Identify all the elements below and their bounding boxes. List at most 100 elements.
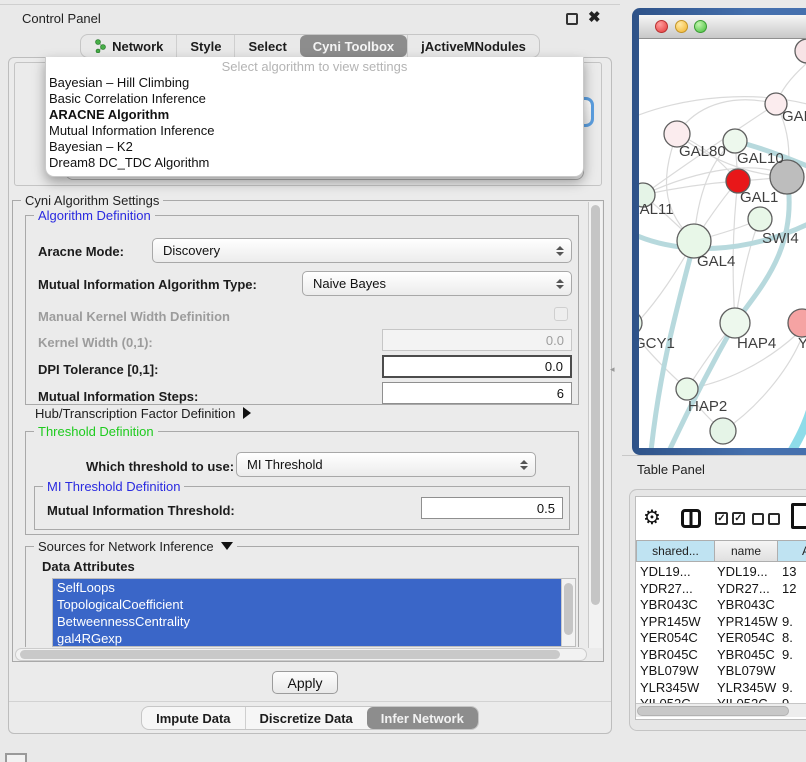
table-panel-divider: [622, 455, 806, 456]
network-window-titlebar[interactable]: [639, 15, 806, 39]
dpi-tolerance-label: DPI Tolerance [0,1]:: [38, 362, 158, 377]
mi-algorithm-type-combo[interactable]: Naive Bayes: [302, 271, 572, 296]
document-icon[interactable]: [791, 503, 806, 529]
node-pink-top-right[interactable]: [795, 39, 806, 63]
tab-infer-network[interactable]: Infer Network: [367, 707, 478, 729]
expand-arrow-icon: [243, 407, 251, 419]
node-bottom-green[interactable]: [710, 418, 736, 444]
node-gcy1[interactable]: [639, 311, 642, 335]
table-row[interactable]: YIL052CYIL052C9: [636, 695, 806, 703]
zoom-traffic-light-icon[interactable]: [694, 20, 707, 33]
dpi-tolerance-field[interactable]: 0.0: [382, 355, 572, 378]
node-label-gal11: GAL11: [639, 201, 674, 218]
attribute-item-selfloops[interactable]: SelfLoops: [53, 579, 561, 596]
table-rows: YDL19...YDL19...13 YDR27...YDR27...12 YB…: [636, 563, 806, 703]
settings-vertical-scrollbar[interactable]: [588, 202, 602, 648]
close-traffic-light-icon[interactable]: [655, 20, 668, 33]
mi-steps-label: Mutual Information Steps:: [38, 389, 198, 404]
unchecked-checkbox-icon[interactable]: [768, 513, 780, 525]
column-header-third[interactable]: A: [777, 540, 806, 562]
table-row[interactable]: YDR27...YDR27...12: [636, 580, 806, 597]
column-header-name[interactable]: name: [714, 540, 778, 562]
dropdown-item-bayesian-hill-climbing[interactable]: Bayesian – Hill Climbing: [46, 75, 583, 91]
table-horizontal-scrollbar[interactable]: [636, 703, 806, 717]
which-threshold-combo[interactable]: MI Threshold: [236, 452, 536, 477]
dropdown-item-aracne[interactable]: ARACNE Algorithm: [46, 107, 583, 123]
mi-threshold-field[interactable]: 0.5: [421, 497, 563, 519]
tab-network-label: Network: [112, 39, 163, 54]
control-panel-title: Control Panel: [22, 11, 101, 26]
sources-group-title[interactable]: Sources for Network Inference: [34, 539, 237, 554]
dropdown-item-dream8[interactable]: Dream8 DC_TDC Algorithm: [46, 155, 583, 171]
settings-horizontal-scrollbar[interactable]: [15, 648, 587, 661]
node-salmon[interactable]: [788, 309, 806, 337]
tab-cyni-toolbox[interactable]: Cyni Toolbox: [300, 35, 407, 57]
float-window-icon[interactable]: [566, 13, 578, 25]
dropdown-item-basic-correlation[interactable]: Basic Correlation Inference: [46, 91, 583, 107]
panel-collapse-arrow-icon[interactable]: ◂: [610, 364, 615, 375]
tab-select[interactable]: Select: [234, 35, 299, 57]
table-row[interactable]: YPR145WYPR145W9.: [636, 613, 806, 630]
node-hap4[interactable]: [720, 308, 750, 338]
dropdown-placeholder: Select algorithm to view settings: [46, 59, 583, 75]
aracne-mode-label: Aracne Mode:: [38, 244, 124, 259]
node-label-gal4: GAL4: [697, 253, 735, 270]
node-swi4[interactable]: [748, 207, 772, 231]
collapse-arrow-icon: [221, 542, 233, 550]
algorithm-definition-group: Algorithm Definition Aracne Mode: Discov…: [25, 215, 579, 405]
screen: Control Panel ✖ Network Style Select Cyn…: [0, 0, 806, 762]
tab-network[interactable]: Network: [81, 35, 176, 57]
cyni-settings-group-title: Cyni Algorithm Settings: [21, 193, 163, 208]
attribute-item-gal4rgexp[interactable]: gal4RGexp: [53, 630, 561, 647]
network-icon: [94, 39, 107, 53]
threshold-definition-title: Threshold Definition: [34, 424, 158, 439]
threshold-definition-group: Threshold Definition Which threshold to …: [25, 431, 579, 535]
close-icon[interactable]: ✖: [588, 8, 601, 26]
node-label-gal10: GAL10: [737, 150, 784, 167]
tab-impute-data[interactable]: Impute Data: [142, 707, 244, 729]
checked-checkbox-icon[interactable]: ✓: [715, 512, 728, 525]
network-cyan-edge: [787, 389, 806, 448]
mi-threshold-label: Mutual Information Threshold:: [47, 503, 235, 518]
node-label-hap2: HAP2: [688, 398, 727, 415]
attribute-item-betweennesscentrality[interactable]: BetweennessCentrality: [53, 613, 561, 630]
table-row[interactable]: YDL19...YDL19...13: [636, 563, 806, 580]
apply-button[interactable]: Apply: [272, 671, 338, 694]
column-header-shared[interactable]: shared...: [636, 540, 715, 562]
manual-kernel-checkbox[interactable]: [554, 307, 568, 321]
dropdown-item-mutual-information[interactable]: Mutual Information Inference: [46, 123, 583, 139]
data-attributes-list: SelfLoops TopologicalCoefficient Between…: [52, 578, 576, 647]
table-row[interactable]: YBR045CYBR045C9.: [636, 646, 806, 663]
settings-gear-icon[interactable]: ⚙: [643, 505, 661, 530]
network-view-window: GAL80 GAL10 GAL1 GAL11 SWI4 GAL4 GCY1 HA…: [632, 8, 806, 455]
node-label-gal1: GAL1: [740, 189, 778, 206]
bottom-divider: [9, 701, 611, 702]
dropdown-item-bayesian-k2[interactable]: Bayesian – K2: [46, 139, 583, 155]
kernel-width-label: Kernel Width (0,1):: [38, 335, 153, 350]
kernel-width-field[interactable]: 0.0: [382, 329, 572, 351]
mi-steps-field[interactable]: 6: [382, 382, 572, 404]
attribute-list-scrollbar[interactable]: [561, 579, 575, 647]
unchecked-checkbox-icon[interactable]: [752, 513, 764, 525]
table-row[interactable]: YBL079WYBL079W: [636, 662, 806, 679]
attribute-item-topologicalcoefficient[interactable]: TopologicalCoefficient: [53, 596, 561, 613]
node-label-swi4: SWI4: [762, 230, 799, 247]
node-label-gal-cut: GAL: [782, 108, 806, 125]
tab-discretize-data[interactable]: Discretize Data: [245, 707, 367, 729]
bottom-corner-icon[interactable]: [5, 753, 27, 762]
network-canvas[interactable]: GAL80 GAL10 GAL1 GAL11 SWI4 GAL4 GCY1 HA…: [639, 39, 806, 448]
minimize-traffic-light-icon[interactable]: [675, 20, 688, 33]
table-row[interactable]: YER054CYER054C8.: [636, 629, 806, 646]
aracne-mode-combo[interactable]: Discovery: [152, 238, 572, 263]
tab-style[interactable]: Style: [176, 35, 234, 57]
table-row[interactable]: YBR043CYBR043C: [636, 596, 806, 613]
table-row[interactable]: YLR345WYLR345W9.: [636, 679, 806, 696]
mi-algorithm-type-label: Mutual Information Algorithm Type:: [38, 277, 257, 292]
hub-definition-toggle[interactable]: Hub/Transcription Factor Definition: [35, 406, 251, 421]
split-columns-icon[interactable]: [681, 509, 701, 528]
data-attributes-label: Data Attributes: [42, 559, 135, 574]
node-hap2[interactable]: [676, 378, 698, 400]
algorithm-dropdown-popup: Select algorithm to view settings Bayesi…: [45, 57, 584, 177]
tab-jactivemnodules[interactable]: jActiveMNodules: [407, 35, 539, 57]
checked-checkbox-icon[interactable]: ✓: [732, 512, 745, 525]
